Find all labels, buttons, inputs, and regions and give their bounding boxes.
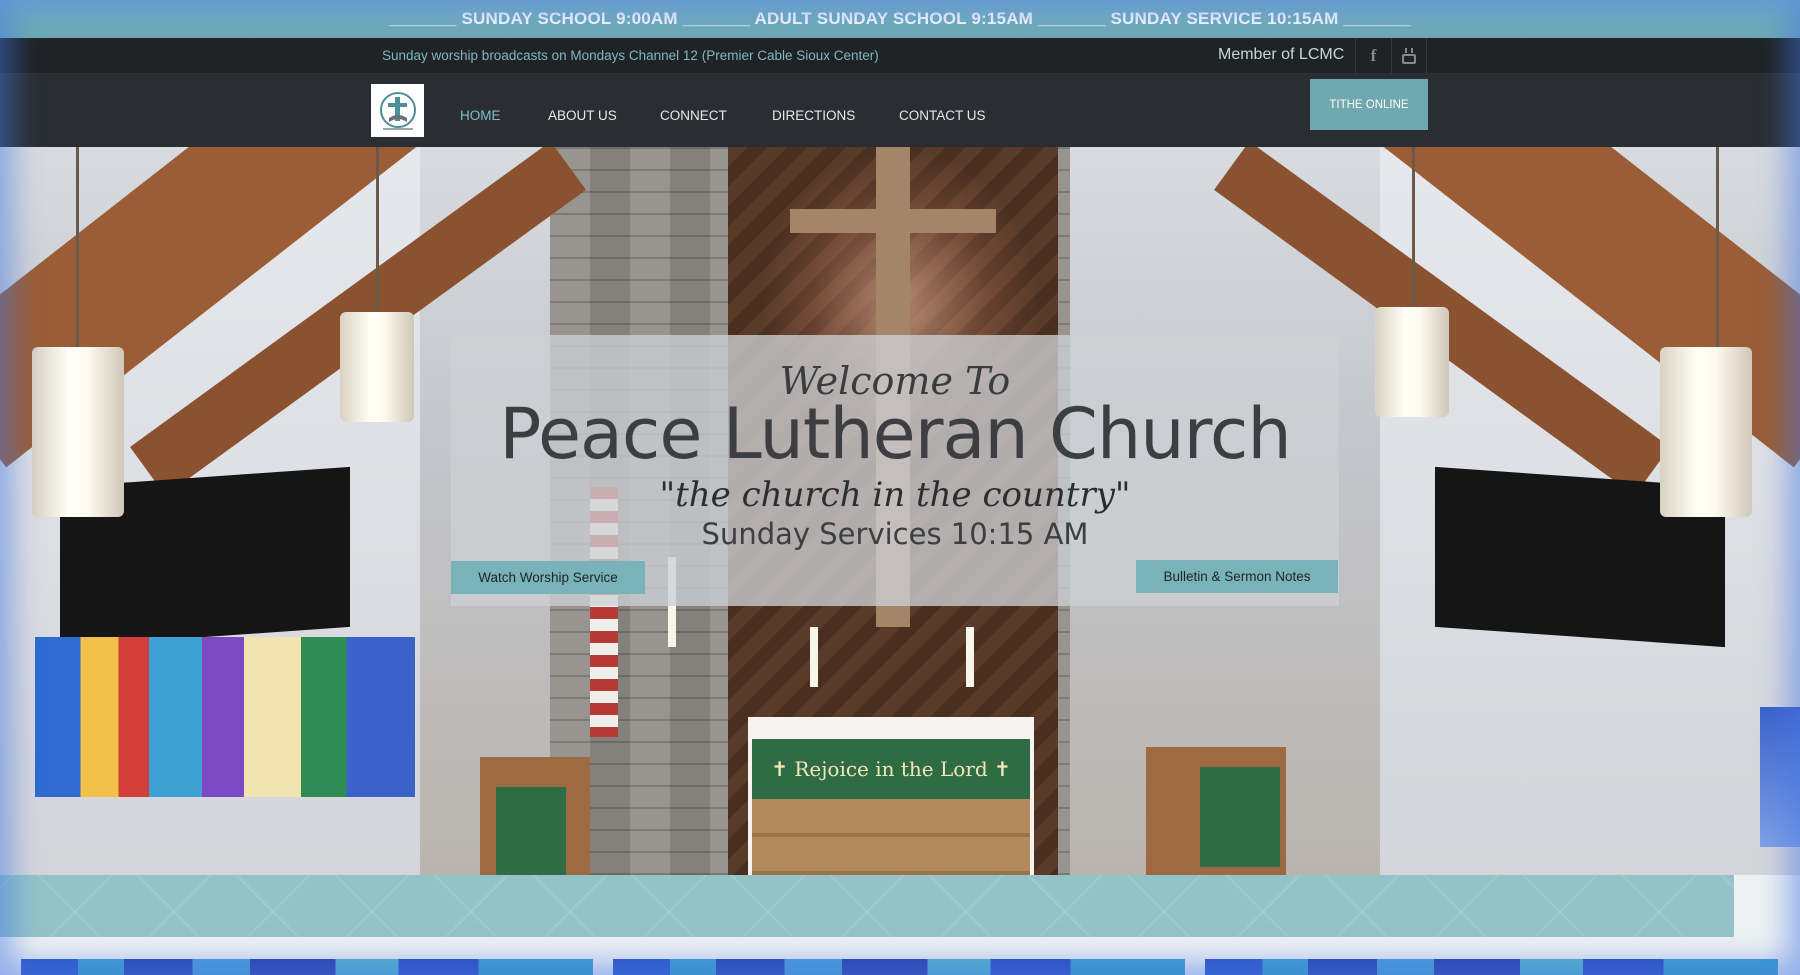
lamp-cord	[76, 147, 79, 347]
altar-cloth: ✝ Rejoice in the Lord ✝	[752, 739, 1030, 799]
candle-icon	[966, 627, 974, 687]
feature-cards-row	[0, 937, 1800, 975]
watch-worship-service-button[interactable]: Watch Worship Service	[451, 561, 645, 594]
pendant-lamp-icon	[32, 347, 124, 517]
church-tagline: "the church in the country"	[659, 475, 1131, 515]
announcement-text: _______ SUNDAY SCHOOL 9:00AM _______ ADU…	[389, 9, 1411, 28]
cross-arm	[790, 209, 996, 233]
band-gap	[1734, 875, 1800, 937]
hero-banner: ✝ Rejoice in the Lord ✝ Welcome To Peace…	[0, 147, 1800, 875]
altar-base	[752, 799, 1030, 875]
nav-item-connect[interactable]: CONNECT	[660, 108, 727, 123]
nav-item-contact-us[interactable]: CONTACT US	[899, 108, 986, 123]
pendant-lamp-icon	[340, 312, 414, 422]
feature-card-image[interactable]	[613, 959, 1185, 975]
broadcast-notice: Sunday worship broadcasts on Mondays Cha…	[382, 48, 879, 63]
church-logo-icon[interactable]	[371, 84, 424, 137]
decorative-band	[0, 875, 1734, 937]
nav-item-home[interactable]: HOME	[460, 108, 501, 123]
feature-card-image[interactable]	[1205, 959, 1778, 975]
nav-item-about-us[interactable]: ABOUT US	[548, 108, 617, 123]
stained-glass-window	[35, 637, 415, 797]
main-navigation: HOME ABOUT US CONNECT DIRECTIONS CONTACT…	[0, 74, 1800, 147]
lectern-banner	[496, 787, 566, 875]
service-times: Sunday Services 10:15 AM	[701, 517, 1089, 551]
member-of-lcmc-link[interactable]: Member of LCMC	[1218, 46, 1344, 64]
stained-glass-window-right	[1760, 707, 1800, 847]
pendant-lamp-icon	[1660, 347, 1752, 517]
utility-bar: Sunday worship broadcasts on Mondays Cha…	[0, 38, 1800, 74]
pendant-lamp-icon	[1375, 307, 1449, 417]
lamp-cord	[376, 147, 379, 312]
facebook-icon[interactable]: f	[1355, 38, 1391, 74]
lamp-cord	[1412, 147, 1415, 307]
bulletin-sermon-notes-button[interactable]: Bulletin & Sermon Notes	[1136, 560, 1338, 593]
announcement-bar: _______ SUNDAY SCHOOL 9:00AM _______ ADU…	[0, 0, 1800, 38]
nav-item-directions[interactable]: DIRECTIONS	[772, 108, 855, 123]
welcome-panel: Welcome To Peace Lutheran Church "the ch…	[451, 335, 1339, 606]
lamp-cord	[1716, 147, 1719, 347]
youtube-icon[interactable]	[1391, 38, 1427, 74]
candle-icon	[810, 627, 818, 687]
pulpit-banner-dove-icon	[1200, 767, 1280, 867]
tithe-online-button[interactable]: TITHE ONLINE	[1310, 79, 1428, 130]
feature-card-image[interactable]	[21, 959, 593, 975]
church-name-heading: Peace Lutheran Church	[499, 393, 1292, 475]
